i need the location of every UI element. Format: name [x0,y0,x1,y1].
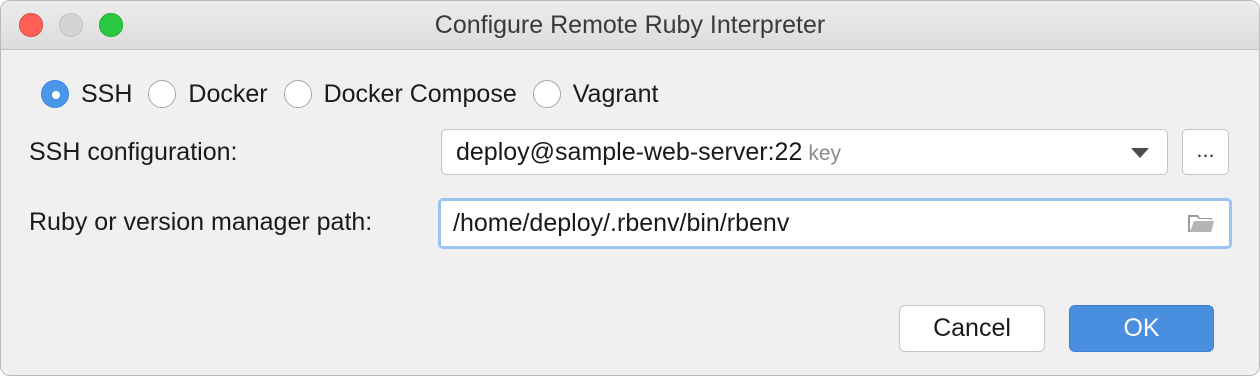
radio-ssh[interactable]: SSH [41,80,132,109]
connection-type-group: SSH Docker Docker Compose Vagrant [41,78,674,110]
ssh-browse-button[interactable]: ... [1182,129,1229,175]
ok-button[interactable]: OK [1069,305,1214,352]
radio-indicator[interactable] [283,80,312,108]
ssh-configuration-label: SSH configuration: [29,138,238,166]
folder-icon[interactable] [1187,212,1215,234]
dialog-window: Configure Remote Ruby Interpreter SSH Do… [0,0,1260,376]
title-bar: Configure Remote Ruby Interpreter [1,1,1259,50]
dialog-content: SSH Docker Docker Compose Vagrant SSH co… [1,50,1259,375]
window-title: Configure Remote Ruby Interpreter [434,11,826,39]
ssh-auth-hint: key [808,142,842,165]
ssh-configuration-select[interactable]: deploy@sample-web-server:22 key [441,129,1168,175]
radio-indicator[interactable] [148,80,177,108]
radio-label: Vagrant [572,79,659,108]
ruby-path-input[interactable] [453,201,1173,246]
radio-label: SSH [81,79,133,108]
radio-docker-compose[interactable]: Docker Compose [283,79,517,109]
ssh-configuration-value: deploy@sample-web-server:22 key [456,130,841,176]
ruby-path-field[interactable] [438,198,1232,249]
radio-label: Docker Compose [323,79,517,108]
ssh-host-text: deploy@sample-web-server:22 [456,138,803,166]
chevron-down-icon[interactable] [1131,148,1149,158]
radio-label: Docker [188,79,268,108]
cancel-button[interactable]: Cancel [899,305,1045,352]
radio-vagrant[interactable]: Vagrant [532,79,659,109]
radio-indicator[interactable] [532,80,561,108]
radio-selected-indicator[interactable] [41,80,69,108]
ruby-path-label: Ruby or version manager path: [29,208,373,236]
radio-docker[interactable]: Docker [148,79,268,109]
